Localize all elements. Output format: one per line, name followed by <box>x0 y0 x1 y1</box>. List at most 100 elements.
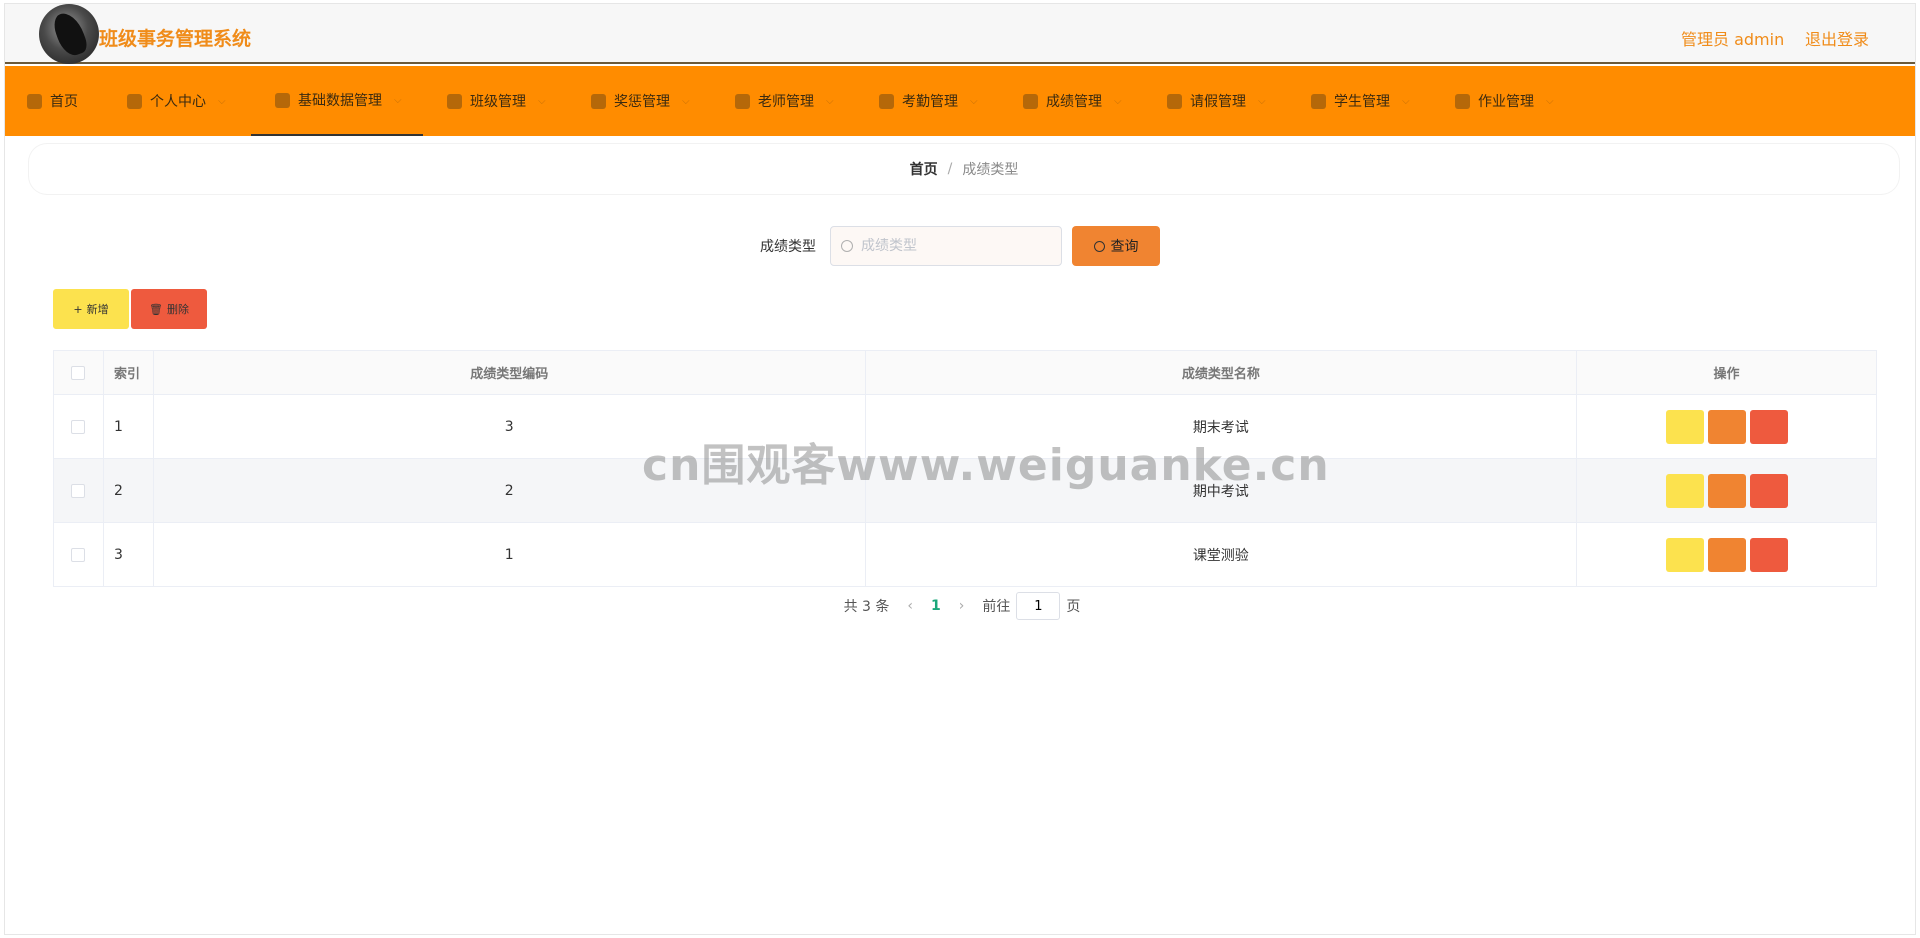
row-name: 期末考试 <box>864 394 1577 459</box>
bar-chart-icon <box>1455 93 1470 109</box>
row-name: 期中考试 <box>864 458 1577 523</box>
chevron-down-icon: ⌵ <box>218 95 226 107</box>
nav-item-teacher[interactable]: 老师管理 ⌵ <box>735 66 834 136</box>
edit-button[interactable] <box>1707 473 1746 508</box>
content-panel: 成绩类型 查询 + 新增 🗑 删除 索引 成绩类型编码 成绩类型名称 <box>29 204 1895 644</box>
nav-item-award[interactable]: 奖惩管理 ⌵ <box>591 66 690 136</box>
add-button[interactable]: + 新增 <box>53 289 129 329</box>
query-button[interactable]: 查询 <box>1072 226 1160 266</box>
row-delete-button[interactable] <box>1749 473 1788 508</box>
pagination: 共 3 条 ‹ 1 › 前往 页 <box>29 592 1895 620</box>
search-input[interactable] <box>861 238 1041 254</box>
delete-button[interactable]: 🗑 删除 <box>131 289 207 329</box>
select-all-cell <box>53 350 104 395</box>
page-suffix: 页 <box>1066 599 1081 615</box>
chevron-down-icon: ⌵ <box>1258 95 1266 107</box>
leave-icon <box>1167 93 1182 109</box>
search-field[interactable] <box>830 226 1062 266</box>
row-index: 1 <box>102 394 154 459</box>
chart-icon <box>1023 93 1038 109</box>
breadcrumb-home[interactable]: 首页 <box>910 159 938 179</box>
class-icon <box>447 93 462 109</box>
edit-button[interactable] <box>1707 537 1746 572</box>
row-name: 课堂测验 <box>864 522 1577 587</box>
row-code: 3 <box>152 394 866 459</box>
row-delete-button[interactable] <box>1749 409 1788 444</box>
row-checkbox[interactable] <box>71 547 86 562</box>
query-button-label: 查询 <box>1110 239 1139 255</box>
chevron-down-icon: ⌵ <box>394 94 402 106</box>
plus-icon: + <box>73 302 83 316</box>
nav-item-homework[interactable]: 作业管理 ⌵ <box>1455 66 1554 136</box>
nav-label: 个人中心 <box>150 94 206 110</box>
data-table: 索引 成绩类型编码 成绩类型名称 操作 1 3 期末考试 2 2 期中考试 3 … <box>53 350 1877 587</box>
nav-item-attendance[interactable]: 考勤管理 ⌵ <box>879 66 978 136</box>
logo-figure <box>50 8 90 60</box>
row-checkbox[interactable] <box>71 483 86 498</box>
nav-item-base-data[interactable]: 基础数据管理 ⌵ <box>251 66 423 136</box>
main-nav: 首页 个人中心 ⌵ 基础数据管理 ⌵ 班级管理 ⌵ 奖惩管理 ⌵ 老师管理 ⌵ 考勤管理 ⌵… <box>5 66 1915 136</box>
chevron-down-icon: ⌵ <box>1114 95 1122 107</box>
row-check-cell <box>53 458 104 523</box>
row-checkbox[interactable] <box>71 419 86 434</box>
breadcrumb-separator: / <box>947 161 953 177</box>
nav-item-leave[interactable]: 请假管理 ⌵ <box>1167 66 1266 136</box>
nav-item-grades[interactable]: 成绩管理 ⌵ <box>1023 66 1122 136</box>
award-icon <box>591 93 606 109</box>
view-button[interactable] <box>1665 537 1704 572</box>
row-actions <box>1576 458 1877 523</box>
row-check-cell <box>53 394 104 459</box>
home-icon <box>27 93 42 109</box>
search-label: 成绩类型 <box>760 239 816 255</box>
chevron-down-icon: ⌵ <box>826 95 834 107</box>
nav-item-student[interactable]: 学生管理 ⌵ <box>1311 66 1410 136</box>
row-delete-button[interactable] <box>1749 537 1788 572</box>
trash-icon: 🗑 <box>149 302 163 316</box>
goto-page-input[interactable] <box>1016 592 1061 620</box>
column-header-code: 成绩类型编码 <box>152 350 866 395</box>
breadcrumb-card: 首页 / 成绩类型 <box>29 144 1899 194</box>
row-actions <box>1576 394 1877 459</box>
view-button[interactable] <box>1665 409 1704 444</box>
view-button[interactable] <box>1665 473 1704 508</box>
user-role-label: 管理员 admin <box>1681 30 1785 49</box>
next-page-button[interactable]: › <box>959 598 965 614</box>
nav-label: 首页 <box>50 94 78 110</box>
dashboard-icon <box>275 92 290 108</box>
goto-label: 前往 <box>982 599 1011 615</box>
chevron-down-icon: ⌵ <box>1546 95 1554 107</box>
nav-label: 学生管理 <box>1334 94 1390 110</box>
breadcrumb-current: 成绩类型 <box>962 162 1019 178</box>
column-header-name: 成绩类型名称 <box>864 350 1578 395</box>
app-title: 班级事务管理系统 <box>99 28 252 50</box>
nav-label: 请假管理 <box>1190 94 1246 110</box>
chevron-down-icon: ⌵ <box>1402 95 1410 107</box>
row-actions <box>1576 522 1877 587</box>
logo-image <box>39 4 99 64</box>
chevron-down-icon: ⌵ <box>538 95 546 107</box>
column-header-index: 索引 <box>102 350 154 395</box>
row-code: 1 <box>152 522 866 587</box>
page-number-current[interactable]: 1 <box>931 598 941 614</box>
pagination-total: 共 3 条 <box>843 599 890 615</box>
row-code: 2 <box>152 458 866 523</box>
select-all-checkbox[interactable] <box>71 365 86 380</box>
chevron-down-icon: ⌵ <box>682 95 690 107</box>
edit-button[interactable] <box>1707 409 1746 444</box>
chevron-down-icon: ⌵ <box>970 95 978 107</box>
nav-item-home[interactable]: 首页 <box>27 66 78 136</box>
logout-link[interactable]: 退出登录 <box>1805 26 1869 50</box>
table-row: 1 3 期末考试 <box>53 394 1877 459</box>
table-header-row: 索引 成绩类型编码 成绩类型名称 操作 <box>53 350 1877 395</box>
nav-label: 考勤管理 <box>902 94 958 110</box>
nav-label: 作业管理 <box>1478 94 1534 110</box>
nav-item-class[interactable]: 班级管理 ⌵ <box>447 66 546 136</box>
nav-label: 班级管理 <box>470 94 526 110</box>
nav-item-profile[interactable]: 个人中心 ⌵ <box>127 66 226 136</box>
breadcrumb: 首页 / 成绩类型 <box>29 144 1899 194</box>
top-header: 班级事务管理系统 管理员 admin 退出登录 <box>5 4 1915 64</box>
prev-page-button[interactable]: ‹ <box>907 598 913 614</box>
add-button-label: 新增 <box>86 303 109 316</box>
page-jumper: 前往 页 <box>982 592 1080 620</box>
table-row: 3 1 课堂测验 <box>53 522 1877 587</box>
